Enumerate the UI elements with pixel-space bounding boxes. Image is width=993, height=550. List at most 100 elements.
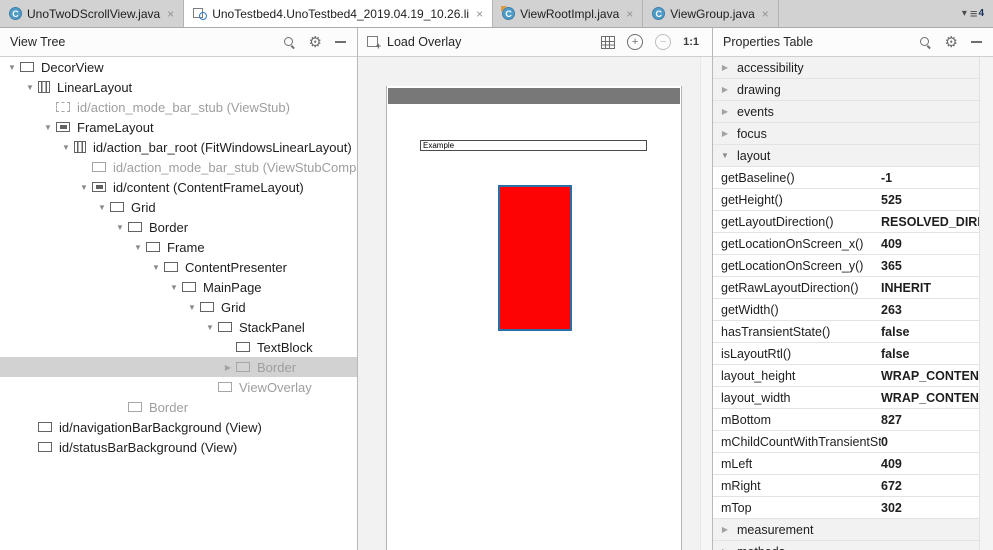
property-row[interactable]: layout_height WRAP_CONTENT (713, 365, 993, 387)
tab-unotestbed4-li[interactable]: UnoTestbed4.UnoTestbed4_2019.04.19_10.26… (184, 0, 494, 27)
property-section[interactable]: layout (713, 145, 993, 167)
tab-viewgroup[interactable]: C ViewGroup.java × (643, 0, 779, 27)
property-value: 302 (881, 500, 902, 515)
expand-arrow-icon[interactable] (4, 63, 20, 72)
expand-arrow-icon[interactable] (76, 183, 92, 192)
tree-row[interactable]: Border (0, 397, 357, 417)
expand-arrow-icon[interactable] (718, 85, 732, 94)
minimize-icon[interactable] (971, 41, 982, 43)
tree-row[interactable]: id/content (ContentFrameLayout) (0, 177, 357, 197)
example-textbox[interactable]: Example (420, 140, 647, 151)
search-icon[interactable] (919, 36, 932, 49)
tree-row[interactable]: FrameLayout (0, 117, 357, 137)
tree-row[interactable]: id/action_bar_root (FitWindowsLinearLayo… (0, 137, 357, 157)
property-label: layout_width (721, 390, 791, 405)
device-screen[interactable]: Example (386, 86, 682, 550)
grid-icon[interactable] (601, 35, 616, 49)
zoom-in-icon[interactable]: + (627, 34, 644, 50)
hidden-tabs-list-icon[interactable]: ≡ (970, 6, 978, 21)
framelayout-icon (92, 182, 106, 192)
close-icon[interactable]: × (762, 7, 769, 21)
expand-arrow-icon[interactable] (184, 303, 200, 312)
property-row[interactable]: mChildCountWithTransientSta 0 (713, 431, 993, 453)
property-value: 827 (881, 412, 902, 427)
property-row[interactable]: getRawLayoutDirection() INHERIT (713, 277, 993, 299)
tree-row-selected[interactable]: Border (0, 357, 357, 377)
tree-row[interactable]: Border (0, 217, 357, 237)
property-row[interactable]: mLeft 409 (713, 453, 993, 475)
property-row[interactable]: getLayoutDirection() RESOLVED_DIRECT (713, 211, 993, 233)
close-icon[interactable]: × (476, 7, 483, 21)
expand-arrow-icon[interactable] (718, 63, 732, 72)
tree-row[interactable]: DecorView (0, 57, 357, 77)
tree-row[interactable]: MainPage (0, 277, 357, 297)
property-row[interactable]: mRight 672 (713, 475, 993, 497)
expand-arrow-icon[interactable] (148, 263, 164, 272)
expand-arrow-icon[interactable] (202, 323, 218, 332)
close-icon[interactable]: × (167, 7, 174, 21)
expand-arrow-icon[interactable] (718, 107, 732, 116)
chevron-down-icon[interactable]: ▾ (962, 8, 967, 19)
search-icon[interactable] (283, 36, 296, 49)
expand-arrow-icon[interactable] (220, 363, 236, 372)
tree-row[interactable]: id/action_mode_bar_stub (ViewStubCompat) (0, 157, 357, 177)
property-row[interactable]: mBottom 827 (713, 409, 993, 431)
expand-arrow-icon[interactable] (94, 203, 110, 212)
tree-row[interactable]: LinearLayout (0, 77, 357, 97)
expand-arrow-icon[interactable] (130, 243, 146, 252)
tree-row[interactable]: ViewOverlay (0, 377, 357, 397)
property-section[interactable]: accessibility (713, 57, 993, 79)
zoom-out-icon: − (655, 34, 672, 50)
close-icon[interactable]: × (626, 7, 633, 21)
property-row[interactable]: layout_width WRAP_CONTENT (713, 387, 993, 409)
tree-row[interactable]: Grid (0, 197, 357, 217)
view-tree: DecorView LinearLayout id/action_mode_ba… (0, 57, 357, 550)
property-row[interactable]: getBaseline() -1 (713, 167, 993, 189)
property-section[interactable]: drawing (713, 79, 993, 101)
expand-arrow-icon[interactable] (58, 143, 74, 152)
selected-border-rect[interactable] (498, 185, 572, 331)
property-row[interactable]: hasTransientState() false (713, 321, 993, 343)
property-row[interactable]: getLocationOnScreen_x() 409 (713, 233, 993, 255)
property-row[interactable]: isLayoutRtl() false (713, 343, 993, 365)
expand-arrow-icon[interactable] (112, 223, 128, 232)
view-icon (128, 402, 142, 412)
property-row[interactable]: getHeight() 525 (713, 189, 993, 211)
tree-row[interactable]: StackPanel (0, 317, 357, 337)
tree-row[interactable]: Frame (0, 237, 357, 257)
view-icon (20, 62, 34, 72)
expand-arrow-icon[interactable] (718, 151, 732, 160)
expand-arrow-icon[interactable] (40, 123, 56, 132)
property-section[interactable]: focus (713, 123, 993, 145)
tab-unotwodscrollview[interactable]: C UnoTwoDScrollView.java × (0, 0, 185, 27)
expand-arrow-icon[interactable] (22, 83, 38, 92)
tab-viewrootimpl[interactable]: C ViewRootImpl.java × (493, 0, 644, 27)
property-label: mChildCountWithTransientSta (721, 434, 881, 449)
property-label: getHeight() (721, 192, 783, 207)
gear-icon[interactable] (945, 36, 958, 49)
expand-arrow-icon[interactable] (166, 283, 182, 292)
property-section[interactable]: methods (713, 541, 993, 550)
property-section[interactable]: events (713, 101, 993, 123)
tree-row[interactable]: ContentPresenter (0, 257, 357, 277)
property-row[interactable]: getLocationOnScreen_y() 365 (713, 255, 993, 277)
properties-scrollbar[interactable] (979, 57, 993, 550)
property-label: getBaseline() (721, 170, 795, 185)
tree-row[interactable]: id/action_mode_bar_stub (ViewStub) (0, 97, 357, 117)
tree-row[interactable]: id/navigationBarBackground (View) (0, 417, 357, 437)
tree-row[interactable]: Grid (0, 297, 357, 317)
gear-icon[interactable] (309, 36, 322, 49)
expand-arrow-icon[interactable] (718, 129, 732, 138)
property-row[interactable]: getWidth() 263 (713, 299, 993, 321)
tree-row[interactable]: id/statusBarBackground (View) (0, 437, 357, 457)
header-icons (283, 36, 346, 49)
minimize-icon[interactable] (335, 41, 346, 43)
property-label: mRight (721, 478, 761, 493)
tab-label: UnoTestbed4.UnoTestbed4_2019.04.19_10.26… (212, 6, 470, 21)
view-icon (218, 322, 232, 332)
property-row[interactable]: mTop 302 (713, 497, 993, 519)
property-section[interactable]: measurement (713, 519, 993, 541)
load-overlay-icon[interactable] (367, 35, 381, 51)
expand-arrow-icon[interactable] (718, 525, 732, 534)
tree-row[interactable]: TextBlock (0, 337, 357, 357)
